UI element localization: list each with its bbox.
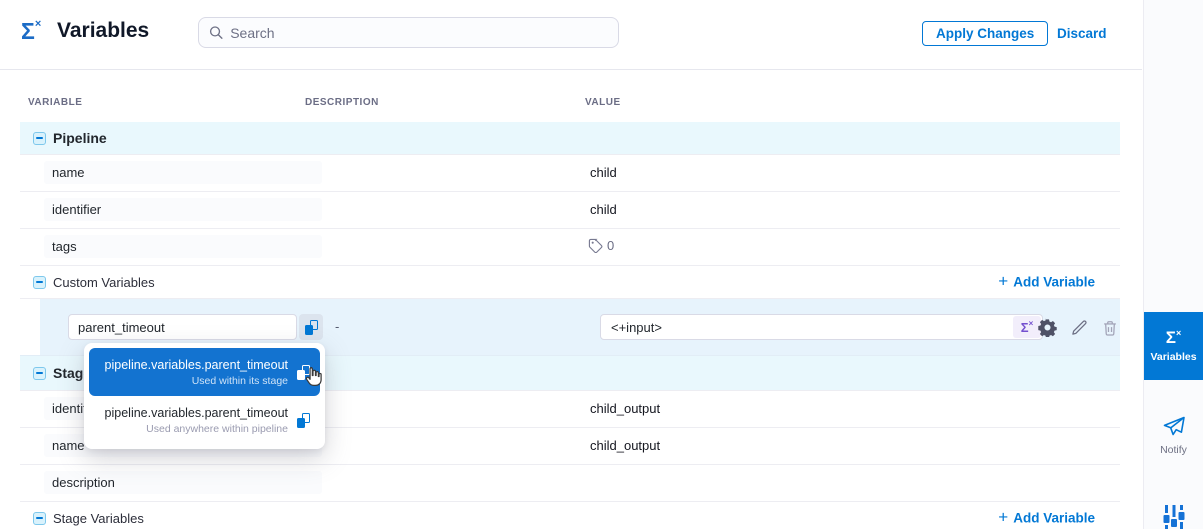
settings-button[interactable]	[1038, 318, 1057, 337]
table-header-row: VARIABLE DESCRIPTION VALUE	[20, 70, 1120, 122]
rail-tab-flow-control[interactable]	[1144, 505, 1203, 529]
copy-icon[interactable]	[297, 413, 310, 428]
variable-value: child	[590, 165, 617, 180]
copy-icon	[305, 320, 318, 335]
column-header-variable: VARIABLE	[28, 97, 82, 108]
expression-scope-hint: Used within its stage	[192, 375, 288, 387]
variable-name: identifier	[44, 198, 322, 221]
section-label-stage-variables: Stage Variables	[53, 511, 144, 526]
collapse-icon[interactable]	[33, 132, 46, 145]
variables-sigma-icon: Σ×	[21, 20, 41, 43]
variable-value: child_output	[590, 438, 660, 453]
expression-option-text: pipeline.variables.parent_timeout Used w…	[97, 358, 297, 387]
rail-tab-label: Notify	[1160, 444, 1187, 456]
table-row: description	[20, 465, 1120, 502]
discard-button[interactable]: Discard	[1057, 26, 1107, 41]
expression-option-text: pipeline.variables.parent_timeout Used a…	[97, 406, 297, 435]
column-header-value: VALUE	[585, 97, 621, 108]
panel-header: Σ× Variables Apply Changes Discard	[0, 0, 1142, 70]
rail-tab-notify[interactable]: Notify	[1144, 416, 1203, 456]
copy-icon[interactable]	[297, 365, 310, 380]
expression-copy-popover: pipeline.variables.parent_timeout Used w…	[84, 343, 325, 449]
tag-icon	[588, 238, 603, 253]
expression-option-stage-scope[interactable]: pipeline.variables.parent_timeout Used w…	[89, 348, 320, 396]
variable-value: child	[590, 202, 617, 217]
pencil-icon	[1070, 319, 1088, 337]
search-box	[198, 17, 619, 48]
variable-value-input[interactable]	[600, 314, 1043, 340]
paper-plane-icon	[1162, 416, 1186, 438]
expression-path: pipeline.variables.parent_timeout	[105, 406, 288, 420]
tags-count: 0	[588, 238, 614, 253]
sliders-icon	[1163, 505, 1185, 529]
table-row: identifier child	[20, 192, 1120, 229]
delete-button[interactable]	[1101, 319, 1119, 337]
section-row-stage-variables[interactable]: Stage Variables + Add Variable	[20, 502, 1120, 529]
section-label-pipeline: Pipeline	[53, 130, 107, 146]
variables-panel: Σ× Variables Apply Changes Discard VARIA…	[0, 0, 1203, 529]
rail-tab-label: Variables	[1150, 351, 1196, 363]
variable-name: name	[44, 161, 322, 184]
search-icon	[209, 25, 223, 40]
description-dash: -	[335, 319, 339, 334]
table-row: tags 0	[20, 229, 1120, 266]
expression-type-button[interactable]: Σ×	[1013, 316, 1041, 338]
variable-name-input[interactable]	[68, 314, 297, 340]
plus-icon: +	[998, 509, 1008, 526]
section-label-custom-variables: Custom Variables	[53, 275, 155, 290]
sigma-icon: Σ×	[1166, 329, 1181, 346]
search-input[interactable]	[230, 25, 608, 41]
collapse-icon[interactable]	[33, 276, 46, 289]
right-rail: Σ× Variables Notify	[1143, 0, 1203, 529]
collapse-icon[interactable]	[33, 367, 46, 380]
table-row: name child	[20, 155, 1120, 192]
section-row-custom-variables[interactable]: Custom Variables + Add Variable	[20, 266, 1120, 299]
variable-name: tags	[44, 235, 322, 258]
variables-table: VARIABLE DESCRIPTION VALUE Pipeline name…	[20, 70, 1120, 529]
edit-button[interactable]	[1070, 319, 1088, 337]
add-variable-button[interactable]: + Add Variable	[998, 274, 1095, 291]
expression-scope-hint: Used anywhere within pipeline	[146, 423, 288, 435]
expression-path: pipeline.variables.parent_timeout	[105, 358, 288, 372]
variable-value-field: Σ×	[600, 314, 1043, 340]
collapse-icon[interactable]	[33, 512, 46, 525]
add-variable-label: Add Variable	[1013, 511, 1095, 526]
plus-icon: +	[998, 273, 1008, 290]
add-variable-label: Add Variable	[1013, 275, 1095, 290]
variable-value: child_output	[590, 401, 660, 416]
page-title: Variables	[57, 19, 149, 43]
gear-icon	[1038, 318, 1057, 337]
rail-tab-variables[interactable]: Σ× Variables	[1144, 312, 1203, 380]
variable-name-field	[68, 314, 323, 340]
column-header-description: DESCRIPTION	[305, 97, 379, 108]
tag-count-value: 0	[607, 238, 614, 253]
trash-icon	[1101, 319, 1119, 337]
expression-option-pipeline-scope[interactable]: pipeline.variables.parent_timeout Used a…	[89, 396, 320, 444]
apply-changes-button[interactable]: Apply Changes	[922, 21, 1048, 46]
variable-name: description	[44, 471, 322, 494]
copy-variable-button[interactable]	[299, 314, 323, 340]
add-variable-button[interactable]: + Add Variable	[998, 510, 1095, 527]
row-actions	[1038, 318, 1119, 337]
section-row-pipeline[interactable]: Pipeline	[20, 122, 1120, 155]
